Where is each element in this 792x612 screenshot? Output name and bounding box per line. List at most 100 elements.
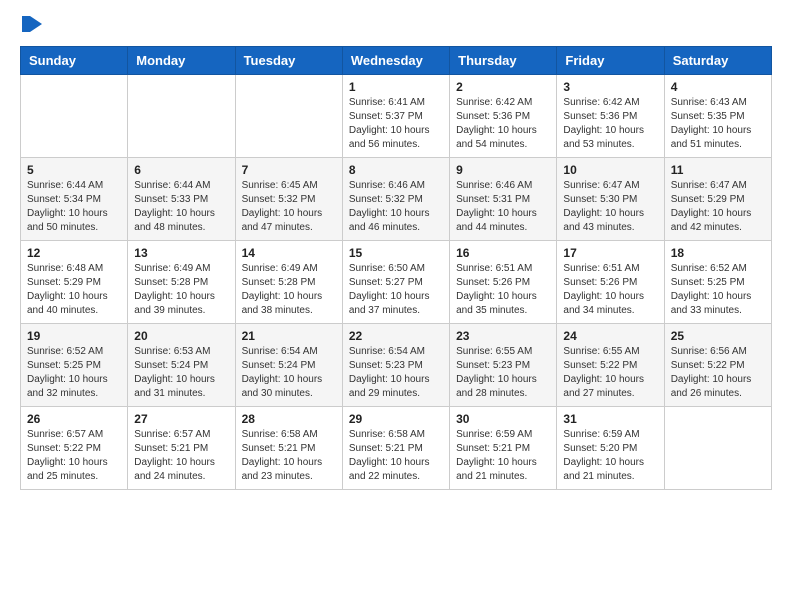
day-cell	[235, 75, 342, 158]
day-cell: 3 Sunrise: 6:42 AM Sunset: 5:36 PM Daylig…	[557, 75, 664, 158]
day-number: 22	[349, 329, 443, 343]
day-number: 26	[27, 412, 121, 426]
day-cell: 6Sunrise: 6:44 AM Sunset: 5:33 PM Daylig…	[128, 158, 235, 241]
day-number: 27	[134, 412, 228, 426]
day-cell: 9 Sunrise: 6:46 AM Sunset: 5:31 PM Daylig…	[450, 158, 557, 241]
day-cell: 31 Sunrise: 6:59 AM Sunset: 5:20 PM Dayli…	[557, 407, 664, 490]
day-cell: 22 Sunrise: 6:54 AM Sunset: 5:23 PM Dayli…	[342, 324, 449, 407]
day-number: 13	[134, 246, 228, 260]
day-cell: 26 Sunrise: 6:57 AM Sunset: 5:22 PM Dayli…	[21, 407, 128, 490]
day-info: Sunrise: 6:57 AM Sunset: 5:22 PM Dayligh…	[27, 428, 121, 484]
day-cell: 5Sunrise: 6:44 AM Sunset: 5:34 PM Daylig…	[21, 158, 128, 241]
day-info: Sunrise: 6:42 AM Sunset: 5:36 PM Dayligh…	[456, 96, 550, 152]
day-cell: 21Sunrise: 6:54 AM Sunset: 5:24 PM Dayli…	[235, 324, 342, 407]
day-info: Sunrise: 6:46 AM Sunset: 5:31 PM Dayligh…	[456, 179, 550, 235]
day-number: 15	[349, 246, 443, 260]
day-cell	[21, 75, 128, 158]
week-row-4: 19 Sunrise: 6:52 AM Sunset: 5:25 PM Dayli…	[21, 324, 772, 407]
day-cell: 2Sunrise: 6:42 AM Sunset: 5:36 PM Daylig…	[450, 75, 557, 158]
weekday-header-monday: Monday	[128, 47, 235, 75]
day-cell: 15 Sunrise: 6:50 AM Sunset: 5:27 PM Dayli…	[342, 241, 449, 324]
day-info: Sunrise: 6:53 AM Sunset: 5:24 PM Dayligh…	[134, 345, 228, 401]
day-info: Sunrise: 6:49 AM Sunset: 5:28 PM Dayligh…	[134, 262, 228, 318]
day-info: Sunrise: 6:55 AM Sunset: 5:22 PM Dayligh…	[563, 345, 657, 401]
day-info: Sunrise: 6:43 AM Sunset: 5:35 PM Dayligh…	[671, 96, 765, 152]
day-number: 29	[349, 412, 443, 426]
day-number: 28	[242, 412, 336, 426]
weekday-header-saturday: Saturday	[664, 47, 771, 75]
day-cell: 18 Sunrise: 6:52 AM Sunset: 5:25 PM Dayli…	[664, 241, 771, 324]
day-info: Sunrise: 6:54 AM Sunset: 5:23 PM Dayligh…	[349, 345, 443, 401]
day-cell: 28 Sunrise: 6:58 AM Sunset: 5:21 PM Dayli…	[235, 407, 342, 490]
logo	[20, 16, 44, 34]
day-cell: 20 Sunrise: 6:53 AM Sunset: 5:24 PM Dayli…	[128, 324, 235, 407]
weekday-header-row: SundayMondayTuesdayWednesdayThursdayFrid…	[21, 47, 772, 75]
day-number: 4	[671, 80, 765, 94]
day-number: 6	[134, 163, 228, 177]
day-info: Sunrise: 6:52 AM Sunset: 5:25 PM Dayligh…	[671, 262, 765, 318]
day-cell: 19 Sunrise: 6:52 AM Sunset: 5:25 PM Dayli…	[21, 324, 128, 407]
day-cell: 1 Sunrise: 6:41 AM Sunset: 5:37 PM Daylig…	[342, 75, 449, 158]
day-info: Sunrise: 6:42 AM Sunset: 5:36 PM Dayligh…	[563, 96, 657, 152]
day-number: 3	[563, 80, 657, 94]
day-cell: 12 Sunrise: 6:48 AM Sunset: 5:29 PM Dayli…	[21, 241, 128, 324]
weekday-header-thursday: Thursday	[450, 47, 557, 75]
day-info: Sunrise: 6:41 AM Sunset: 5:37 PM Dayligh…	[349, 96, 443, 152]
day-info: Sunrise: 6:59 AM Sunset: 5:20 PM Dayligh…	[563, 428, 657, 484]
day-cell: 8 Sunrise: 6:46 AM Sunset: 5:32 PM Daylig…	[342, 158, 449, 241]
day-cell: 7 Sunrise: 6:45 AM Sunset: 5:32 PM Daylig…	[235, 158, 342, 241]
day-number: 18	[671, 246, 765, 260]
day-info: Sunrise: 6:50 AM Sunset: 5:27 PM Dayligh…	[349, 262, 443, 318]
day-cell: 23Sunrise: 6:55 AM Sunset: 5:23 PM Dayli…	[450, 324, 557, 407]
day-cell	[128, 75, 235, 158]
day-info: Sunrise: 6:47 AM Sunset: 5:30 PM Dayligh…	[563, 179, 657, 235]
day-cell: 4 Sunrise: 6:43 AM Sunset: 5:35 PM Daylig…	[664, 75, 771, 158]
weekday-header-tuesday: Tuesday	[235, 47, 342, 75]
day-info: Sunrise: 6:48 AM Sunset: 5:29 PM Dayligh…	[27, 262, 121, 318]
day-cell: 29Sunrise: 6:58 AM Sunset: 5:21 PM Dayli…	[342, 407, 449, 490]
day-cell: 24 Sunrise: 6:55 AM Sunset: 5:22 PM Dayli…	[557, 324, 664, 407]
day-number: 11	[671, 163, 765, 177]
day-info: Sunrise: 6:47 AM Sunset: 5:29 PM Dayligh…	[671, 179, 765, 235]
day-info: Sunrise: 6:58 AM Sunset: 5:21 PM Dayligh…	[242, 428, 336, 484]
day-number: 14	[242, 246, 336, 260]
day-cell: 25 Sunrise: 6:56 AM Sunset: 5:22 PM Dayli…	[664, 324, 771, 407]
day-number: 19	[27, 329, 121, 343]
day-number: 20	[134, 329, 228, 343]
day-info: Sunrise: 6:59 AM Sunset: 5:21 PM Dayligh…	[456, 428, 550, 484]
day-info: Sunrise: 6:52 AM Sunset: 5:25 PM Dayligh…	[27, 345, 121, 401]
day-number: 1	[349, 80, 443, 94]
day-cell: 14Sunrise: 6:49 AM Sunset: 5:28 PM Dayli…	[235, 241, 342, 324]
day-info: Sunrise: 6:56 AM Sunset: 5:22 PM Dayligh…	[671, 345, 765, 401]
day-number: 9	[456, 163, 550, 177]
day-info: Sunrise: 6:54 AM Sunset: 5:24 PM Dayligh…	[242, 345, 336, 401]
day-number: 30	[456, 412, 550, 426]
day-cell: 10 Sunrise: 6:47 AM Sunset: 5:30 PM Dayli…	[557, 158, 664, 241]
day-number: 17	[563, 246, 657, 260]
day-cell: 27Sunrise: 6:57 AM Sunset: 5:21 PM Dayli…	[128, 407, 235, 490]
day-info: Sunrise: 6:51 AM Sunset: 5:26 PM Dayligh…	[456, 262, 550, 318]
week-row-3: 12 Sunrise: 6:48 AM Sunset: 5:29 PM Dayli…	[21, 241, 772, 324]
week-row-2: 5Sunrise: 6:44 AM Sunset: 5:34 PM Daylig…	[21, 158, 772, 241]
week-row-5: 26 Sunrise: 6:57 AM Sunset: 5:22 PM Dayli…	[21, 407, 772, 490]
day-number: 31	[563, 412, 657, 426]
day-cell: 13 Sunrise: 6:49 AM Sunset: 5:28 PM Dayli…	[128, 241, 235, 324]
header	[20, 16, 772, 34]
day-number: 10	[563, 163, 657, 177]
week-row-1: 1 Sunrise: 6:41 AM Sunset: 5:37 PM Daylig…	[21, 75, 772, 158]
day-number: 25	[671, 329, 765, 343]
day-info: Sunrise: 6:45 AM Sunset: 5:32 PM Dayligh…	[242, 179, 336, 235]
day-info: Sunrise: 6:44 AM Sunset: 5:34 PM Dayligh…	[27, 179, 121, 235]
calendar-table: SundayMondayTuesdayWednesdayThursdayFrid…	[20, 46, 772, 490]
logo-icon	[22, 14, 44, 34]
day-cell	[664, 407, 771, 490]
day-number: 24	[563, 329, 657, 343]
day-number: 7	[242, 163, 336, 177]
day-number: 23	[456, 329, 550, 343]
day-number: 8	[349, 163, 443, 177]
day-cell: 11 Sunrise: 6:47 AM Sunset: 5:29 PM Dayli…	[664, 158, 771, 241]
weekday-header-sunday: Sunday	[21, 47, 128, 75]
day-info: Sunrise: 6:46 AM Sunset: 5:32 PM Dayligh…	[349, 179, 443, 235]
day-number: 12	[27, 246, 121, 260]
day-cell: 16Sunrise: 6:51 AM Sunset: 5:26 PM Dayli…	[450, 241, 557, 324]
